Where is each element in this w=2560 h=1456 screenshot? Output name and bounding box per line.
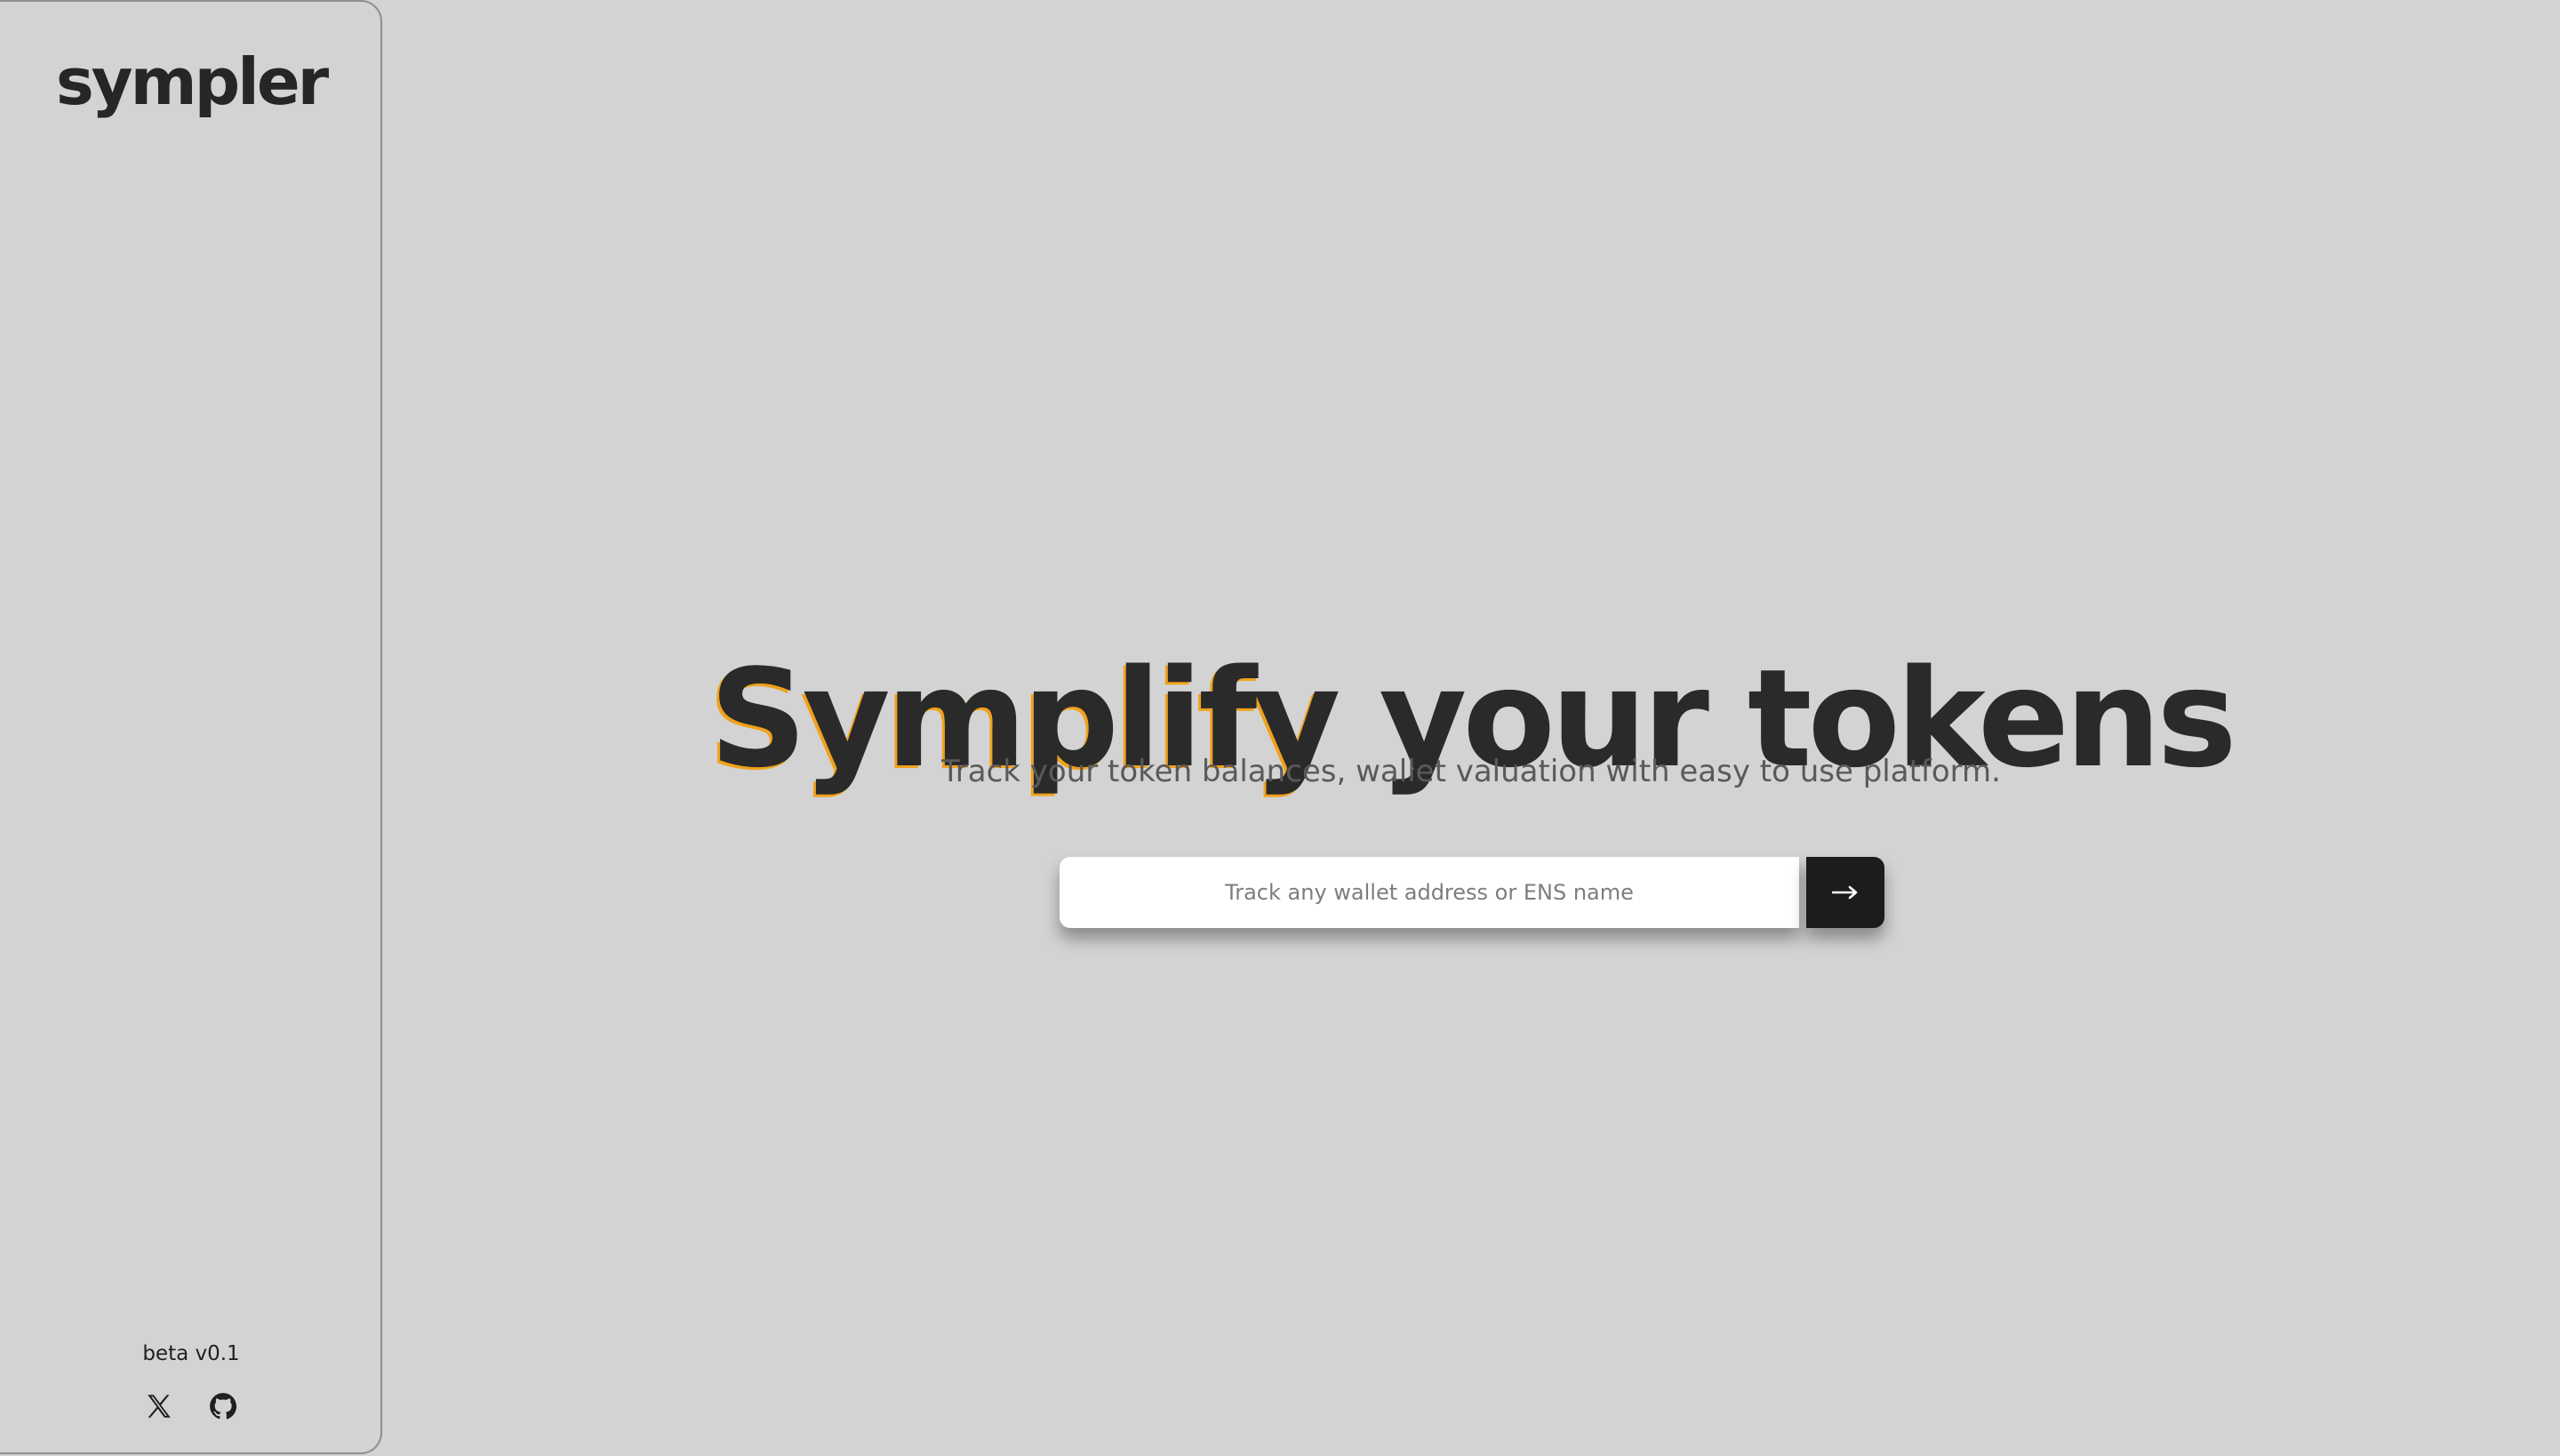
sidebar: sympler beta v0.1 (0, 0, 382, 1454)
wallet-search-form (1060, 857, 1884, 928)
social-links (0, 1390, 382, 1422)
x-link[interactable] (143, 1390, 175, 1422)
app-logo[interactable]: sympler (0, 39, 382, 124)
hero-subtitle: Track your token balances, wallet valuat… (941, 754, 2001, 789)
search-submit-button[interactable] (1806, 857, 1884, 928)
github-icon (210, 1393, 237, 1420)
page: sympler beta v0.1 Symplify your tokens T… (0, 0, 2560, 1456)
version-label: beta v0.1 (142, 1342, 240, 1365)
wallet-search-input[interactable] (1060, 857, 1799, 928)
github-link[interactable] (207, 1390, 239, 1422)
x-icon (148, 1395, 171, 1418)
arrow-right-icon (1832, 885, 1858, 900)
